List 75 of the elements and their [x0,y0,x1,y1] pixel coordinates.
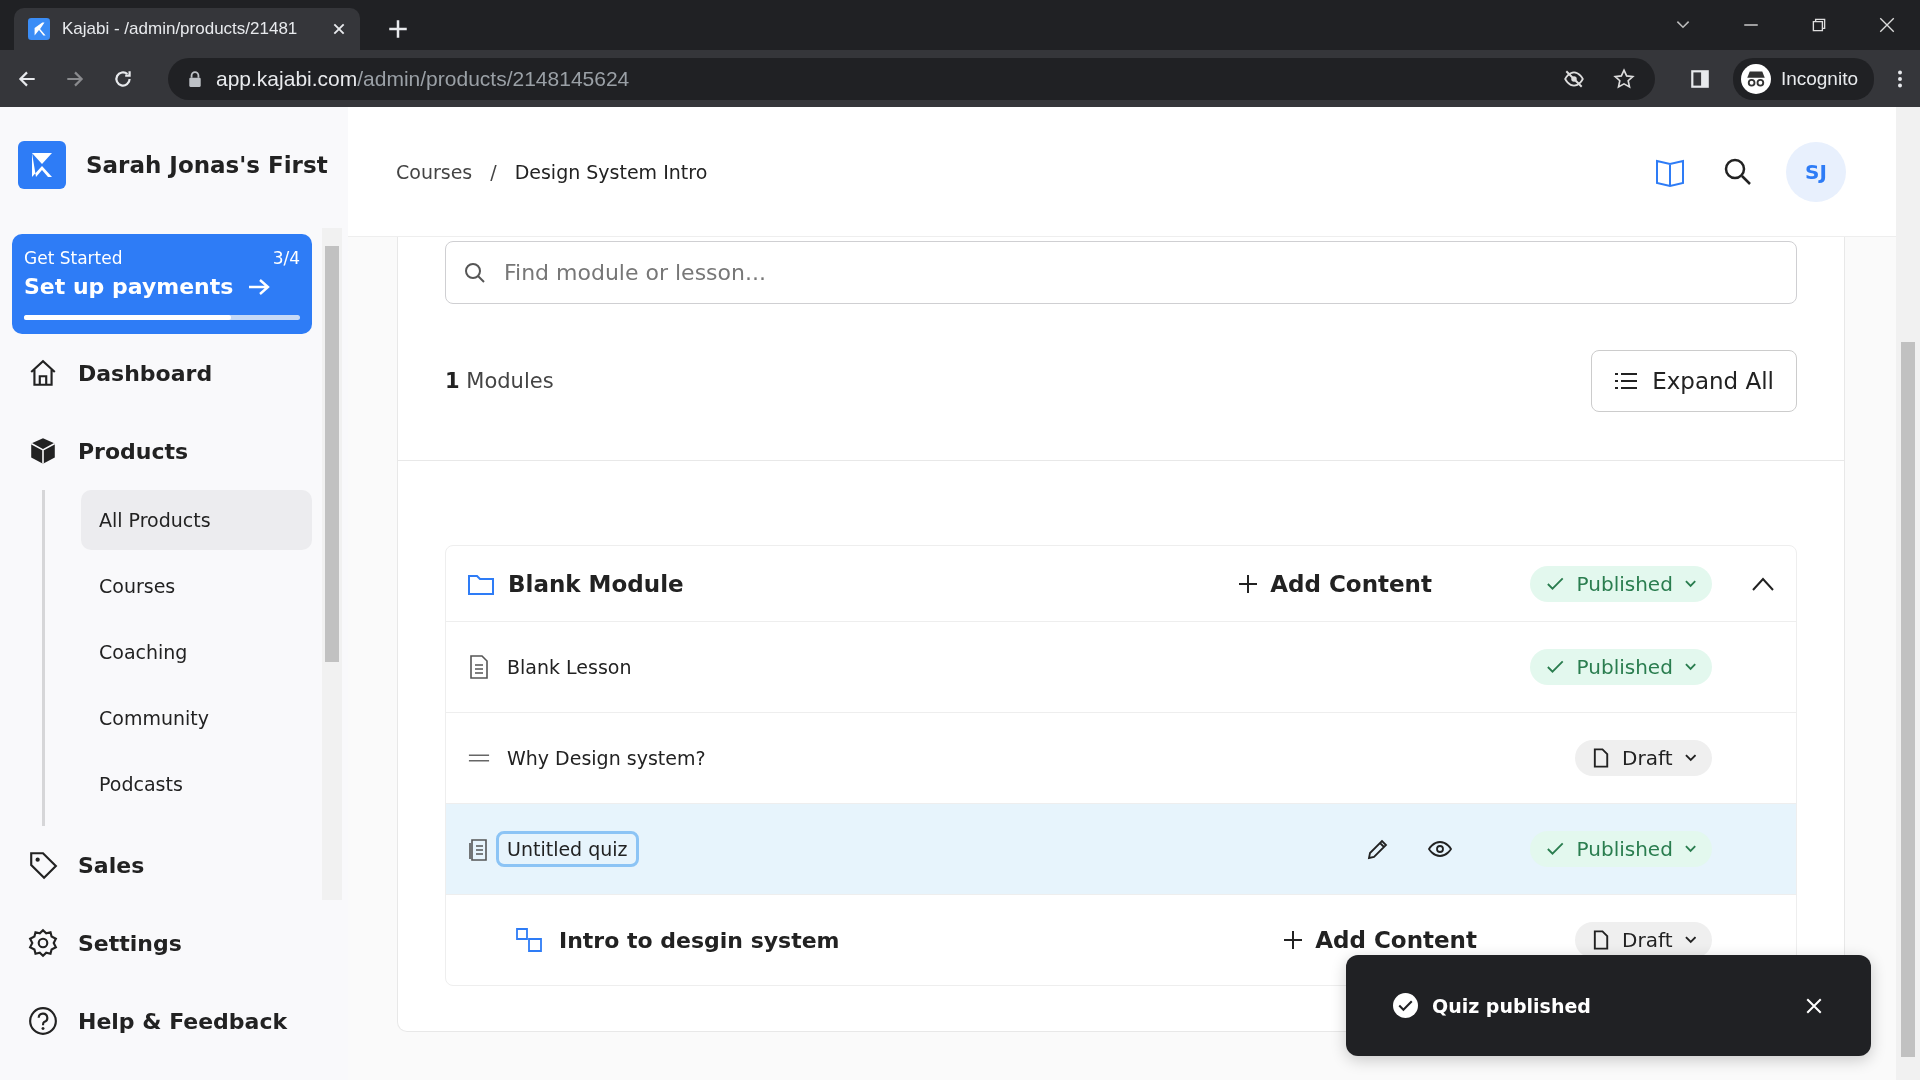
site-name: Sarah Jonas's First [86,152,328,178]
status-dropdown[interactable]: Published [1530,831,1712,867]
breadcrumb-link[interactable]: Courses [396,160,473,183]
check-circle-icon [1393,993,1418,1018]
document-icon [468,655,490,679]
pencil-icon[interactable] [1366,837,1390,861]
scrollbar[interactable] [1896,107,1920,1080]
nav-item[interactable]: Dashboard [12,334,312,412]
sub-nav-item[interactable]: Courses [81,556,312,616]
lesson-title[interactable]: Why Design system? [496,740,717,776]
sub-nav-item[interactable]: Podcasts [81,754,312,814]
close-icon[interactable] [332,22,346,36]
settings-icon [28,928,58,958]
list-icon [1614,372,1639,390]
help-icon [28,1006,58,1036]
progress-count: 3/4 [272,248,300,268]
chevron-down-icon [1684,754,1696,762]
search-field[interactable]: Find module or lesson... [445,241,1797,304]
breadcrumb-separator: / [490,160,497,183]
sub-nav-item[interactable]: Coaching [81,622,312,682]
home-icon [28,358,58,388]
lesson-row[interactable]: Untitled quiz Published [446,803,1796,894]
side-panel-icon[interactable] [1688,67,1711,90]
expand-all-button[interactable]: Expand All [1591,350,1797,412]
nav-item[interactable]: Help & Feedback [12,982,312,1060]
document-icon [1591,748,1611,768]
address-field[interactable]: app.kajabi.com/admin/products/2148145624 [168,57,1655,100]
status-dropdown[interactable]: Draft [1575,922,1712,958]
module-title[interactable]: Blank Module [508,570,684,597]
kajabi-logo-icon [28,18,50,40]
add-content-button[interactable]: Add Content [1232,569,1438,598]
new-tab-icon[interactable] [388,19,408,39]
document-icon [1591,930,1611,950]
status-dropdown[interactable]: Draft [1575,740,1712,776]
search-icon [463,261,487,285]
status-dropdown[interactable]: Published [1530,565,1712,602]
folder-icon [468,572,494,595]
box-icon [28,436,58,466]
incognito-icon [1740,63,1771,94]
chevron-down-icon [1684,579,1696,588]
toast-message: Quiz published [1432,994,1591,1017]
sub-nav-item[interactable]: All Products [81,490,312,550]
nav-item[interactable]: Settings [12,904,312,982]
nav-item[interactable]: Sales [12,826,312,904]
quiz-icon [468,837,490,861]
chevron-down-icon [1684,936,1696,944]
nav-item[interactable]: Products [12,412,312,490]
arrow-right-icon [247,276,272,297]
lesson-title[interactable]: Intro to desgin system [548,920,851,960]
kajabi-logo-icon [18,141,66,189]
lesson-title[interactable]: Blank Lesson [496,649,643,685]
lock-icon [188,70,202,87]
chevron-down-icon [1684,663,1696,671]
scrollbar[interactable] [322,228,342,900]
add-content-button[interactable]: Add Content [1277,926,1483,954]
star-icon[interactable] [1612,67,1635,90]
submodule-icon [516,928,542,952]
get-started-title: Set up payments [24,274,234,299]
restore-icon[interactable] [1810,16,1828,34]
plus-icon [1238,573,1259,594]
close-icon[interactable] [1878,16,1896,34]
browser-tab[interactable]: Kajabi - /admin/products/21481 [14,8,360,50]
chevron-down-icon [1684,845,1696,853]
status-dropdown[interactable]: Published [1530,649,1712,685]
incognito-chip[interactable]: Incognito [1732,57,1874,100]
sub-nav-item[interactable]: Community [81,688,312,748]
get-started-label: Get Started [24,248,123,268]
breadcrumb-link[interactable]: Design System Intro [514,160,708,183]
lesson-title[interactable]: Untitled quiz [496,831,639,867]
get-started-card[interactable]: Get Started 3/4 Set up payments [12,234,312,334]
plus-icon [1283,930,1304,950]
chevron-up-icon[interactable] [1752,576,1774,591]
tag-icon [28,850,58,880]
module-count: 1 Modules [445,369,554,393]
lesson-row[interactable]: Blank Lesson Published [446,621,1796,712]
